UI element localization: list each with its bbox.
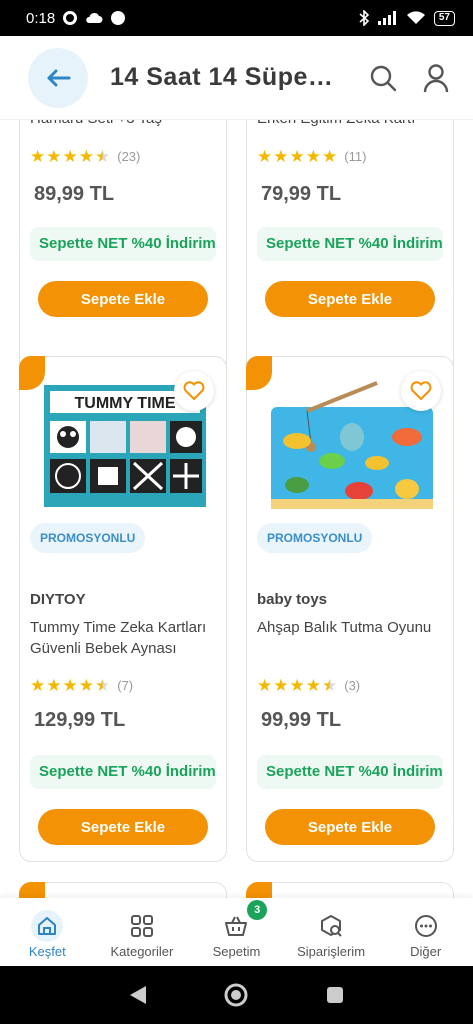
nav-item-kesfet[interactable]: Keşfet	[0, 898, 95, 966]
product-price: 89,99 TL	[34, 183, 115, 205]
product-card[interactable]: TUMMY TIME PROMOSYONLU DIYTOY Tummy Time…	[19, 356, 227, 862]
promoted-tag: PROMOSYONLU	[30, 523, 146, 553]
nav-item-sepetim[interactable]: 3 Sepetim	[189, 898, 284, 966]
promo-label: Sepette NET %40 İndirim	[30, 755, 216, 789]
product-brand: DIYTOY	[30, 591, 86, 608]
rating-count: (3)	[344, 678, 361, 693]
notification-dot-icon	[111, 11, 126, 25]
status-time: 0:18	[26, 9, 56, 27]
product-name: Erken Eğitim Zeka Kartı	[257, 120, 443, 129]
rating-count: (7)	[117, 678, 134, 693]
favorite-button[interactable]	[174, 371, 214, 411]
page-title: 14 Saat 14 Süper Fırsat	[110, 63, 335, 91]
cloud-icon	[86, 12, 103, 23]
product-grid: Hamaru Seti +3 Taş ★★★★★ (23) 89,99 TL S…	[0, 120, 473, 908]
add-to-cart-button[interactable]: Sepete Ekle	[265, 281, 435, 317]
nav-item-siparislerim[interactable]: Siparişlerim	[284, 898, 379, 966]
arrow-left-icon	[47, 69, 71, 86]
system-navigation-bar	[0, 966, 473, 1024]
product-name: Ahşap Balık Tutma Oyunu	[257, 619, 432, 636]
promo-label: Sepette NET %40 İndirim	[257, 227, 443, 261]
product-price: 99,99 TL	[261, 709, 342, 731]
orders-icon	[321, 915, 342, 937]
battery-indicator: 57	[433, 10, 455, 26]
nav-label: Siparişlerim	[297, 944, 366, 959]
product-card[interactable]: PROMOSYONLU baby toys Ahşap Balık Tutma …	[246, 356, 454, 862]
product-price: 129,99 TL	[34, 709, 126, 731]
signal-icon	[377, 11, 396, 25]
product-name: Hamaru Seti +3 Taş	[30, 120, 216, 129]
more-icon	[414, 915, 437, 937]
nav-label: Kategoriler	[110, 944, 174, 959]
promo-label: Sepette NET %40 İndirim	[30, 227, 216, 261]
grid-icon	[130, 915, 153, 937]
add-to-cart-button[interactable]: Sepete Ekle	[38, 281, 208, 317]
basket-icon	[225, 916, 248, 936]
nav-label: Sepetim	[212, 944, 261, 959]
product-name: Tummy Time Zeka Kartları Güvenli Bebek A…	[30, 619, 207, 657]
promoted-tag: PROMOSYONLU	[257, 523, 373, 553]
bottom-navigation: Keşfet Kategoriler 3 Sepetim Siparişleri…	[0, 898, 473, 966]
product-rating: ★ ★ ★ ★ ★ (23)	[30, 147, 141, 166]
product-rating: ★ ★ ★ ★ ★ (7)	[30, 676, 134, 695]
rating-count: (11)	[344, 149, 367, 164]
app-header: 14 Saat 14 Süper Fırsat	[0, 36, 473, 120]
add-to-cart-button[interactable]: Sepete Ekle	[38, 809, 208, 845]
back-triangle-icon[interactable]	[128, 984, 148, 1006]
search-icon[interactable]	[369, 64, 397, 92]
promo-label: Sepette NET %40 İndirim	[257, 755, 443, 789]
recents-square-icon[interactable]	[325, 985, 345, 1005]
home-icon	[38, 917, 57, 935]
wifi-icon	[406, 11, 425, 24]
product-price: 79,99 TL	[261, 183, 342, 205]
favorite-button[interactable]	[401, 371, 441, 411]
bluetooth-icon	[359, 10, 370, 26]
nav-label: Keşfet	[28, 944, 66, 959]
status-bar: 0:18 57	[0, 0, 473, 36]
rating-count: (23)	[117, 149, 141, 164]
back-button[interactable]	[28, 47, 88, 108]
home-circle-icon[interactable]	[223, 982, 249, 1008]
add-to-cart-button[interactable]: Sepete Ekle	[265, 809, 435, 845]
nav-label: Diğer	[410, 944, 442, 959]
nav-item-diger[interactable]: Diğer	[378, 898, 473, 966]
notification-ring-icon	[63, 11, 78, 25]
heart-icon	[410, 381, 432, 400]
product-rating: ★ ★ ★ ★ ★ (3)	[257, 676, 361, 695]
user-icon[interactable]	[423, 63, 449, 93]
svg-text:TUMMY TIME: TUMMY TIME	[74, 395, 175, 412]
nav-item-kategoriler[interactable]: Kategoriler	[95, 898, 190, 966]
product-brand: baby toys	[257, 591, 328, 608]
cart-count-badge: 3	[247, 900, 268, 920]
product-rating: ★ ★ ★ ★ ★ (11)	[257, 147, 367, 166]
heart-icon	[183, 381, 205, 400]
